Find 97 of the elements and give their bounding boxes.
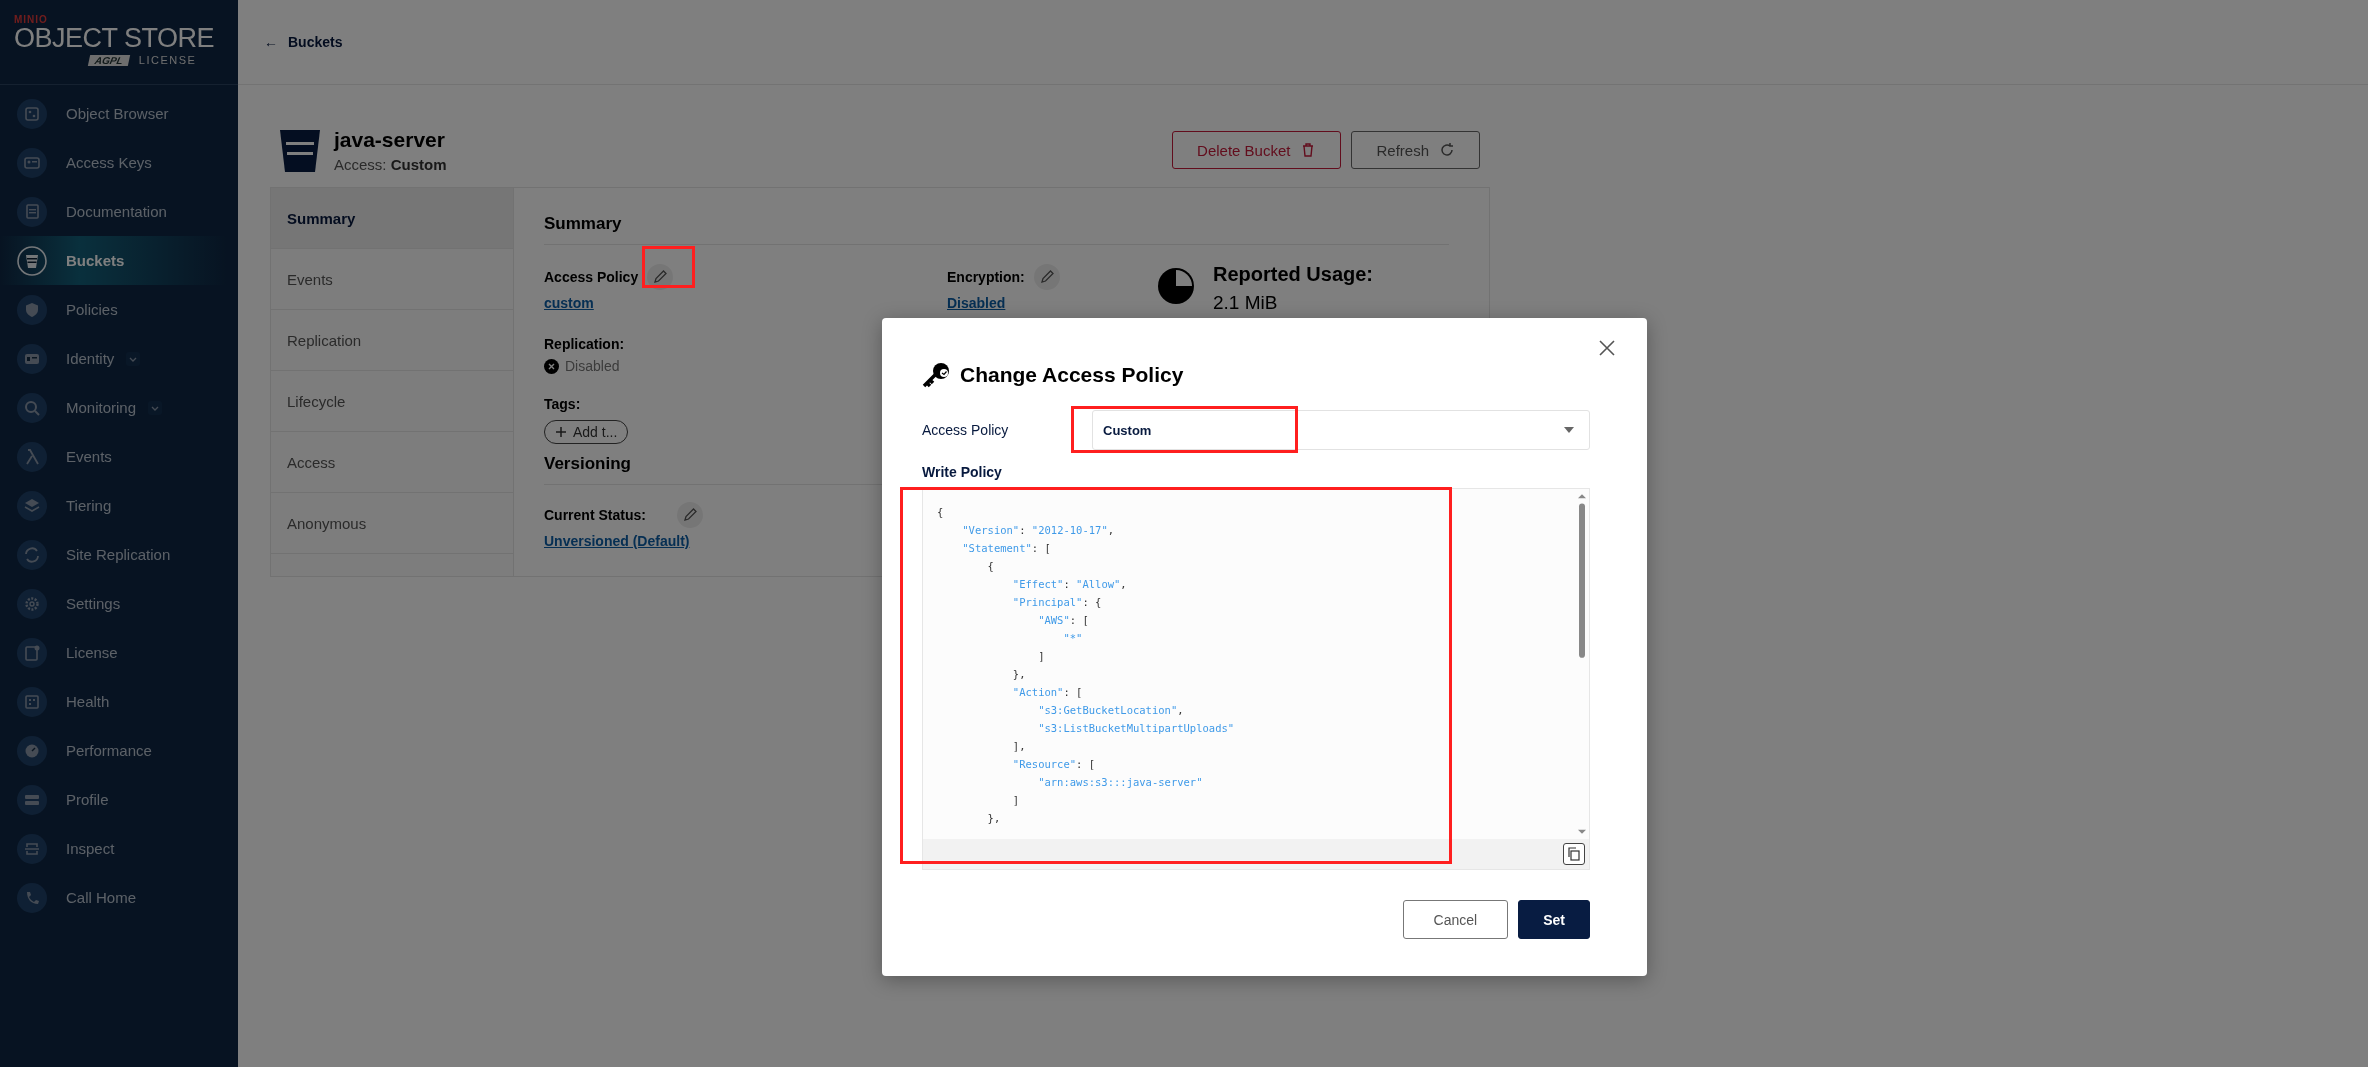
grid-icon: [16, 685, 48, 718]
field-label: Access Policy: [544, 269, 639, 285]
code-line: "Statement": [: [961, 541, 1052, 556]
editor-label: Write Policy: [922, 464, 1003, 480]
plus-icon: [555, 426, 567, 438]
field-label: Tags:: [544, 396, 581, 412]
sidebar-item[interactable]: Documentation: [0, 187, 238, 236]
usage-value: 2.1 MiB: [1213, 292, 1279, 314]
x-circle-icon: [544, 358, 559, 374]
field-label: Access Policy: [922, 422, 1010, 438]
layers-icon: [16, 489, 48, 522]
code-line: ],: [1011, 739, 1027, 754]
cancel-button[interactable]: Cancel: [1402, 900, 1509, 939]
sidebar-item[interactable]: Health: [0, 677, 238, 726]
code-line: },: [986, 811, 1002, 826]
grid-icon: [16, 97, 48, 130]
tab[interactable]: Lifecycle: [271, 371, 513, 432]
code-line: ]: [1011, 793, 1021, 808]
sidebar-item[interactable]: Site Replication: [0, 530, 238, 579]
edit-icon[interactable]: [1032, 263, 1061, 291]
inspect-icon: [16, 832, 48, 865]
lambda-icon: [16, 440, 48, 473]
copy-icon: [1567, 847, 1581, 861]
refresh-button[interactable]: Refresh: [1351, 131, 1480, 169]
sidebar-item[interactable]: Performance: [0, 726, 238, 775]
magnifier-icon: [16, 391, 48, 424]
brand-logo: MINIO: [14, 14, 49, 25]
stack-icon: [16, 783, 48, 816]
tab[interactable]: Summary: [271, 188, 513, 249]
pie-chart-icon: [1157, 267, 1195, 305]
code-line: "Version": "2012-10-17",: [961, 523, 1116, 538]
versioning-link[interactable]: Unversioned (Default): [544, 533, 690, 549]
code-line: ]: [1037, 649, 1046, 664]
product-name: OBJECT STORE: [14, 25, 216, 52]
code-line: {: [986, 559, 995, 574]
sidebar-item[interactable]: Settings: [0, 579, 238, 628]
policy-select[interactable]: Custom: [1092, 410, 1590, 450]
sidebar-item[interactable]: Inspect: [0, 824, 238, 873]
tab[interactable]: Events: [271, 249, 513, 310]
phone-icon: [16, 881, 48, 914]
code-line: "Principal": {: [1011, 595, 1103, 610]
sidebar-item[interactable]: Monitoring: [0, 383, 238, 432]
sidebar-item[interactable]: Access Keys: [0, 138, 238, 187]
field-label: Encryption:: [947, 269, 1025, 285]
bucket-name: java-server: [334, 127, 446, 152]
code-line: "s3:ListBucketMultipartUploads": [1037, 721, 1236, 736]
dropdown-arrow-icon: [1563, 426, 1575, 434]
add-tag-button[interactable]: Add t...: [544, 420, 629, 444]
field-label: Replication:: [544, 336, 625, 352]
field-label: Current Status:: [544, 507, 646, 523]
sidebar-item[interactable]: License: [0, 628, 238, 677]
section-title: Summary: [544, 214, 1449, 245]
highlight-box: [642, 246, 695, 288]
set-button[interactable]: Set: [1518, 900, 1590, 939]
dialog-title: Change Access Policy: [960, 363, 1185, 387]
sync-icon: [16, 538, 48, 571]
license-badge: AGPL: [87, 54, 130, 66]
code-line: "arn:aws:s3:::java-server": [1037, 775, 1204, 790]
id-card-icon: [16, 146, 48, 179]
sidebar-item[interactable]: Profile: [0, 775, 238, 824]
code-line: "Resource": [: [1011, 757, 1097, 772]
code-line: "s3:GetBucketLocation",: [1037, 703, 1185, 718]
gauge-icon: [16, 734, 48, 767]
encryption-link[interactable]: Disabled: [947, 295, 1006, 311]
sidebar-item[interactable]: Identity: [0, 334, 238, 383]
tab[interactable]: Replication: [271, 310, 513, 371]
id-card-icon: [16, 342, 48, 375]
tab[interactable]: Access: [271, 432, 513, 493]
edit-icon[interactable]: [646, 263, 675, 291]
code-line: "AWS": [: [1037, 613, 1090, 628]
refresh-icon: [1439, 142, 1455, 158]
bucket-access: Access: Custom: [334, 155, 448, 173]
sidebar-item[interactable]: Tiering: [0, 481, 238, 530]
settings-icon: [16, 587, 48, 620]
code-line: {: [937, 505, 945, 520]
code-line: "Action": [: [1011, 685, 1084, 700]
sidebar-item[interactable]: Policies: [0, 285, 238, 334]
code-line: },: [1011, 667, 1027, 682]
bucket-icon: [16, 244, 48, 277]
shield-icon: [16, 293, 48, 326]
sidebar-item[interactable]: Call Home: [0, 873, 238, 922]
back-link[interactable]: ← Buckets: [264, 34, 343, 50]
tab[interactable]: Anonymous: [271, 493, 513, 554]
key-icon: [922, 362, 950, 388]
access-policy-link[interactable]: custom: [544, 295, 594, 311]
license-label: LICENSE: [138, 54, 197, 66]
document-icon: [16, 195, 48, 228]
edit-icon[interactable]: [676, 501, 704, 529]
replication-status: Disabled: [565, 358, 620, 374]
copy-button[interactable]: [1563, 843, 1585, 865]
document-icon: [16, 636, 48, 669]
usage-label: Reported Usage:: [1213, 263, 1374, 286]
sidebar-item[interactable]: Object Browser: [0, 89, 238, 138]
delete-button[interactable]: Delete Bucket: [1172, 131, 1342, 169]
code-line: "*": [1062, 631, 1084, 646]
code-line: "Effect": "Allow",: [1011, 577, 1128, 592]
sidebar-item[interactable]: Events: [0, 432, 238, 481]
